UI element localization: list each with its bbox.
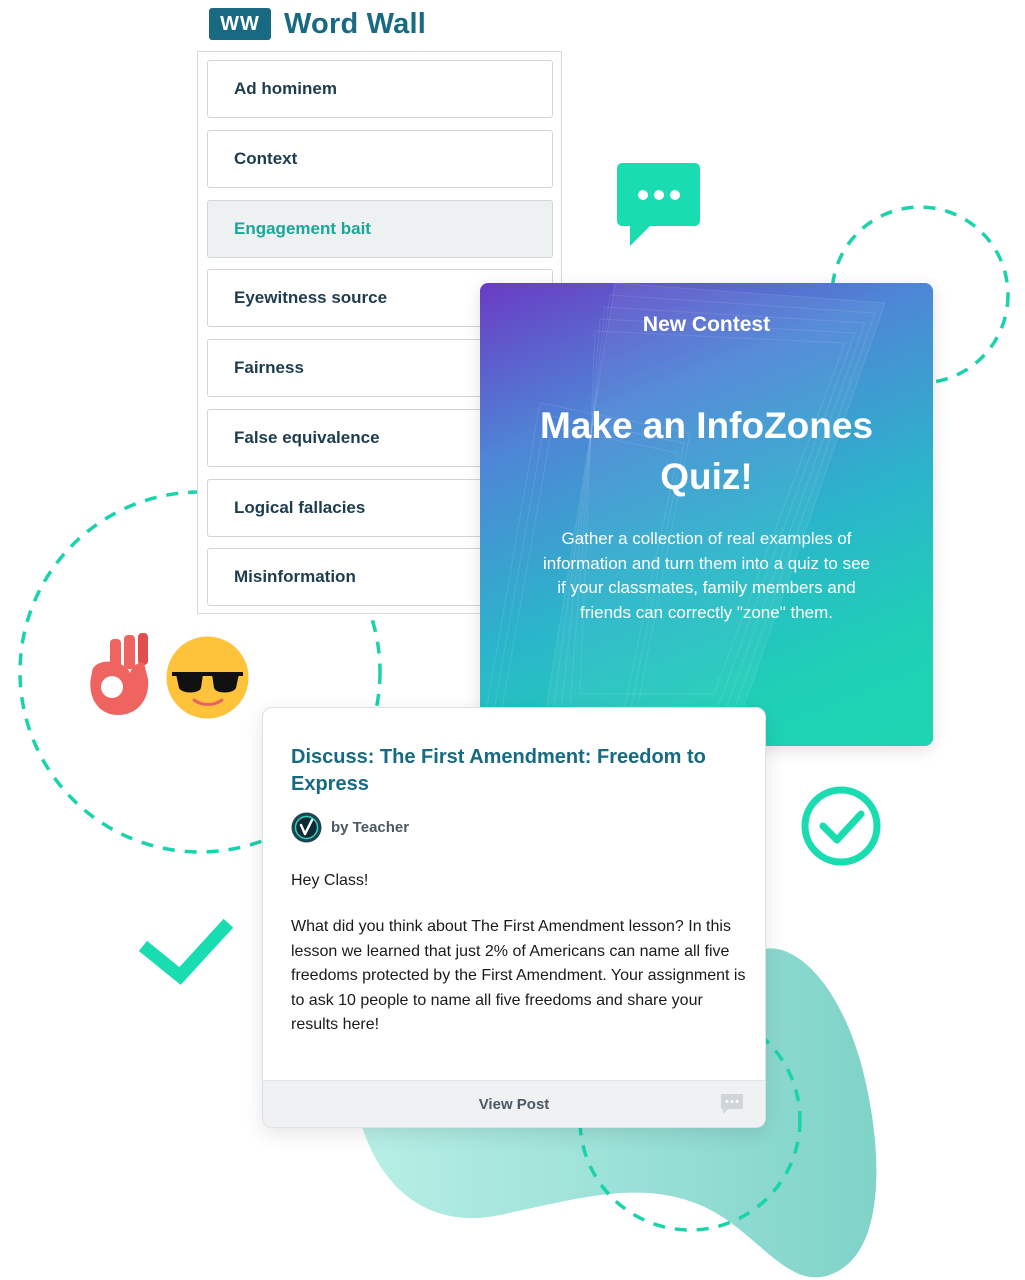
comment-icon[interactable] [719,1093,745,1115]
word-wall-title: Word Wall [284,7,426,40]
contest-description: Gather a collection of real examples of … [543,529,870,622]
word-wall-logo: WW [209,8,271,40]
ok-hand-emoji [90,633,149,715]
contest-card[interactable]: New Contest Make an InfoZones Quiz! Gath… [480,283,933,746]
discussion-title[interactable]: Discuss: The First Amendment: Freedom to… [291,744,731,798]
contest-background-pattern [480,283,886,746]
discussion-footer: View Post [263,1080,765,1127]
word-item-engagement-bait[interactable]: Engagement bait [207,200,553,258]
word-item-ad-hominem[interactable]: Ad hominem [207,60,553,118]
word-wall-header: WW Word Wall [209,6,426,42]
check-icon [138,918,234,985]
speech-bubble-tail [630,224,652,246]
speech-bubble-icon [617,163,700,226]
author-row: by Teacher [291,812,409,843]
contest-title: Make an InfoZones Quiz! [539,405,874,497]
sunglasses-face-emoji [166,636,249,719]
teacher-avatar-icon [291,812,322,843]
discussion-card[interactable]: Discuss: The First Amendment: Freedom to… [262,707,766,1128]
check-circle-icon [801,786,881,866]
discussion-body: What did you think about The First Amend… [291,918,746,1033]
author-name: by Teacher [331,819,410,836]
contest-label: New Contest [642,313,771,336]
discussion-greeting: Hey Class! [291,872,369,889]
view-post-button[interactable]: View Post [479,1096,550,1113]
word-item-context[interactable]: Context [207,130,553,188]
